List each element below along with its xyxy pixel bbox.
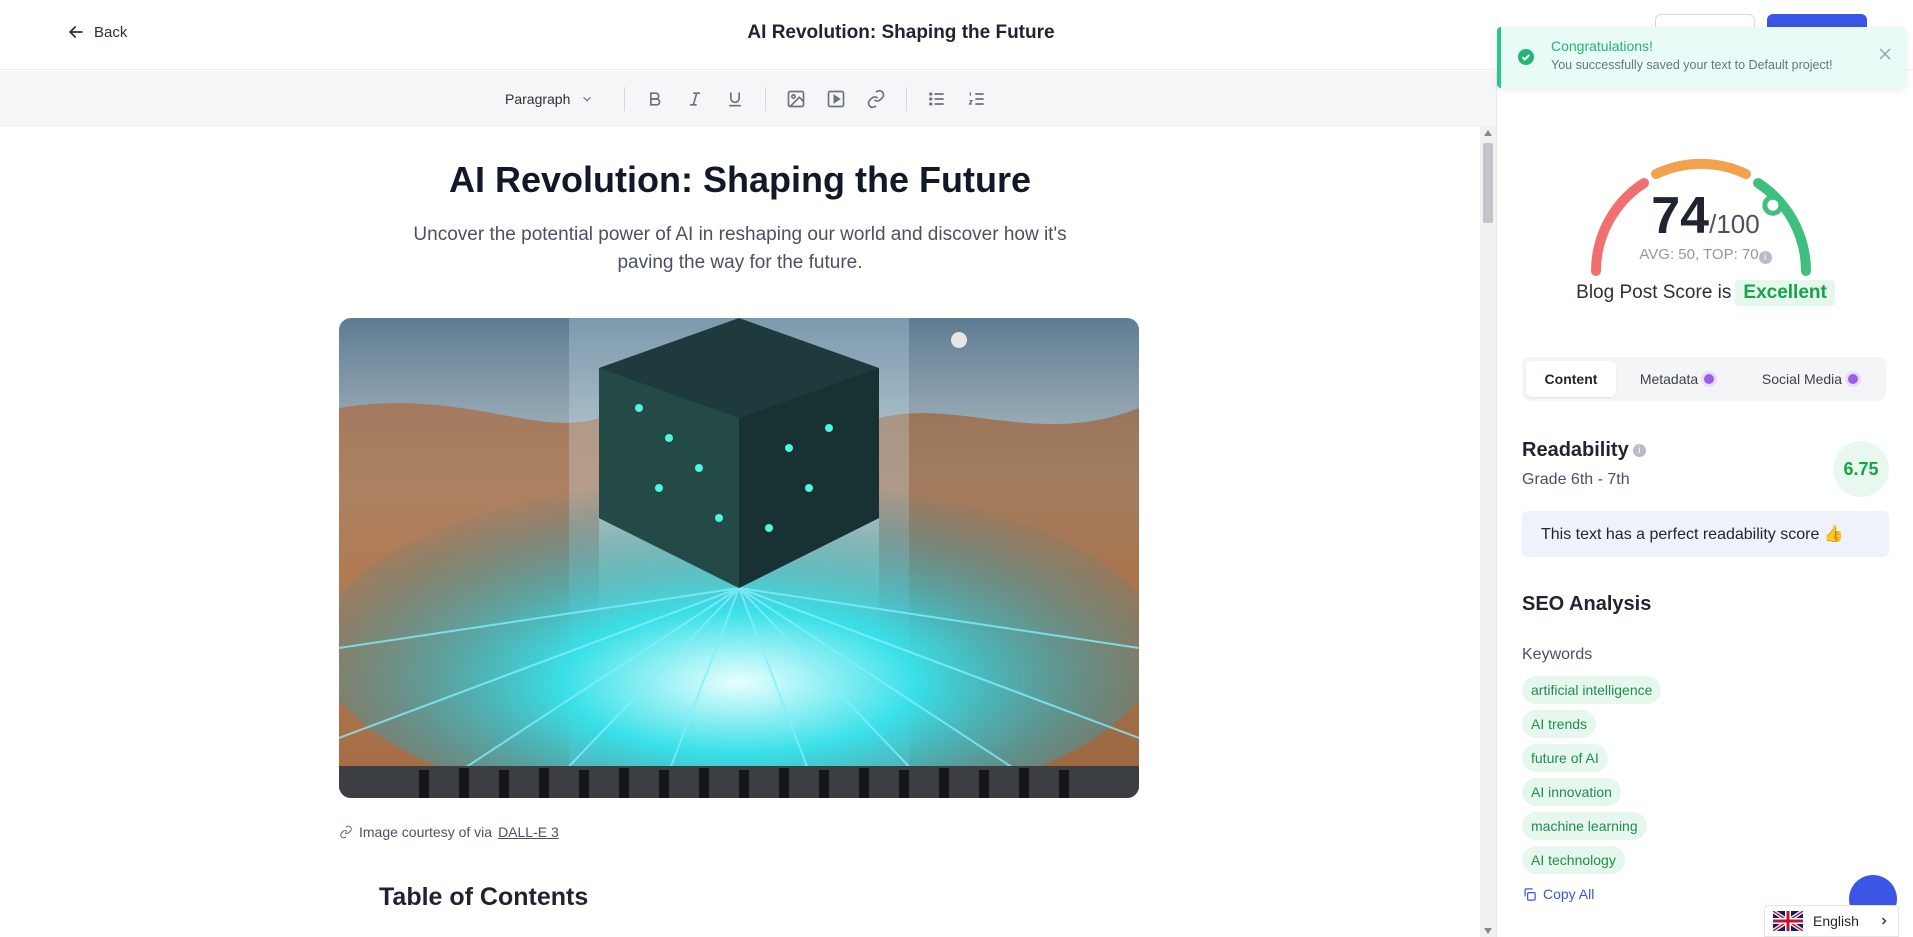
uk-flag-icon (1773, 911, 1803, 931)
avg-top-text: AVG: 50, TOP: 70 (1639, 246, 1759, 263)
italic-button[interactable] (675, 83, 715, 115)
info-icon[interactable]: i (1758, 251, 1772, 264)
success-toast: Congratulations! You successfully saved … (1497, 27, 1906, 88)
language-selector[interactable]: English (1764, 905, 1899, 937)
tab-social-media[interactable]: Social Media (1738, 361, 1882, 397)
scroll-up-icon[interactable] (1484, 130, 1492, 136)
bullet-list-button[interactable] (917, 83, 957, 115)
keyword-chip[interactable]: artificial intelligence (1522, 676, 1662, 704)
readability-title: Readability (1522, 439, 1629, 461)
tab-content[interactable]: Content (1526, 361, 1616, 397)
score-value: 74/100 (1497, 186, 1913, 246)
post-heading[interactable]: AI Revolution: Shaping the Future (0, 159, 1480, 201)
caption-prefix: Image courtesy of via (359, 824, 493, 840)
copy-icon (1524, 887, 1536, 901)
blog-score-text: Blog Post Score is (1576, 282, 1732, 303)
notification-dot-icon (1704, 374, 1715, 384)
post-subtitle[interactable]: Uncover the potential power of AI in res… (400, 221, 1080, 277)
bullet-list-icon (929, 92, 945, 106)
numbered-list-icon (968, 92, 985, 105)
toolbar-divider (765, 87, 767, 111)
toast-message: You successfully saved your text to Defa… (1551, 58, 1833, 72)
keyword-list: artificial intelligence AI trends future… (1522, 676, 1662, 874)
analysis-panel: 74/100 AVG: 50, TOP: 70 i Blog Post Score… (1496, 71, 1913, 937)
keyword-chip[interactable]: AI technology (1522, 846, 1625, 874)
bold-button[interactable] (635, 83, 675, 115)
chevron-down-icon (583, 96, 592, 102)
tab-content-label: Content (1544, 371, 1598, 387)
toast-title: Congratulations! (1551, 38, 1653, 54)
scrollbar-thumb[interactable] (1483, 143, 1493, 223)
keyword-chip[interactable]: AI trends (1522, 710, 1597, 738)
tab-metadata[interactable]: Metadata (1616, 361, 1738, 397)
score-max: /100 (1709, 209, 1760, 239)
link-icon (340, 825, 352, 839)
language-label: English (1813, 913, 1859, 929)
readability-score-badge: 6.75 (1833, 441, 1889, 497)
video-icon (828, 90, 845, 108)
close-icon[interactable] (1878, 47, 1892, 61)
copy-all-button[interactable]: Copy All (1522, 886, 1594, 902)
check-circle-icon (1518, 49, 1534, 65)
copy-all-label: Copy All (1543, 886, 1595, 902)
seo-heading: SEO Analysis (1522, 593, 1652, 615)
block-type-label: Paragraph (505, 91, 571, 107)
insert-video-button[interactable] (816, 83, 856, 115)
tab-social-media-label: Social Media (1761, 371, 1843, 387)
readability-grade: Grade 6th - 7th (1522, 471, 1630, 488)
keyword-chip[interactable]: future of AI (1522, 744, 1608, 772)
readability-note: This text has a perfect readability scor… (1522, 511, 1889, 557)
notification-dot-icon (1848, 374, 1859, 384)
italic-icon (690, 92, 701, 106)
bold-icon (650, 92, 661, 106)
info-icon[interactable]: i (1632, 444, 1646, 457)
toolbar-divider (624, 87, 626, 111)
keyword-chip[interactable]: machine learning (1522, 812, 1647, 840)
score-rating-badge: Excellent (1735, 280, 1835, 306)
score-benchmark: AVG: 50, TOP: 70 i (1497, 246, 1913, 264)
toc-heading[interactable]: Table of Contents (379, 883, 588, 912)
link-icon (868, 89, 885, 109)
scroll-down-icon[interactable] (1484, 928, 1492, 934)
insert-link-button[interactable] (856, 83, 896, 115)
insert-image-button[interactable] (776, 83, 816, 115)
editor-area[interactable]: AI Revolution: Shaping the Future Uncove… (0, 127, 1480, 937)
underline-button[interactable] (715, 83, 755, 115)
analysis-tabs: Content Metadata Social Media (1522, 357, 1886, 401)
editor-toolbar: Paragraph (0, 71, 1496, 127)
numbered-list-button[interactable] (957, 83, 997, 115)
keywords-label: Keywords (1522, 646, 1593, 663)
readability-heading: Readability i (1522, 439, 1646, 462)
caption-source-link[interactable]: DALL-E 3 (498, 824, 559, 840)
editor-scrollbar[interactable] (1480, 127, 1496, 937)
image-caption: Image courtesy of via DALL-E 3 (339, 824, 559, 840)
score-number: 74 (1651, 187, 1710, 245)
blog-score-label: Blog Post Score is Excellent (1497, 280, 1913, 306)
image-icon (788, 90, 805, 108)
tab-metadata-label: Metadata (1639, 371, 1699, 387)
toolbar-divider (906, 87, 908, 111)
keyword-chip[interactable]: AI innovation (1522, 778, 1621, 806)
underline-icon (729, 92, 742, 107)
chevron-right-icon (1882, 917, 1887, 925)
block-type-select[interactable]: Paragraph (505, 91, 614, 107)
hero-image[interactable] (339, 318, 1139, 798)
